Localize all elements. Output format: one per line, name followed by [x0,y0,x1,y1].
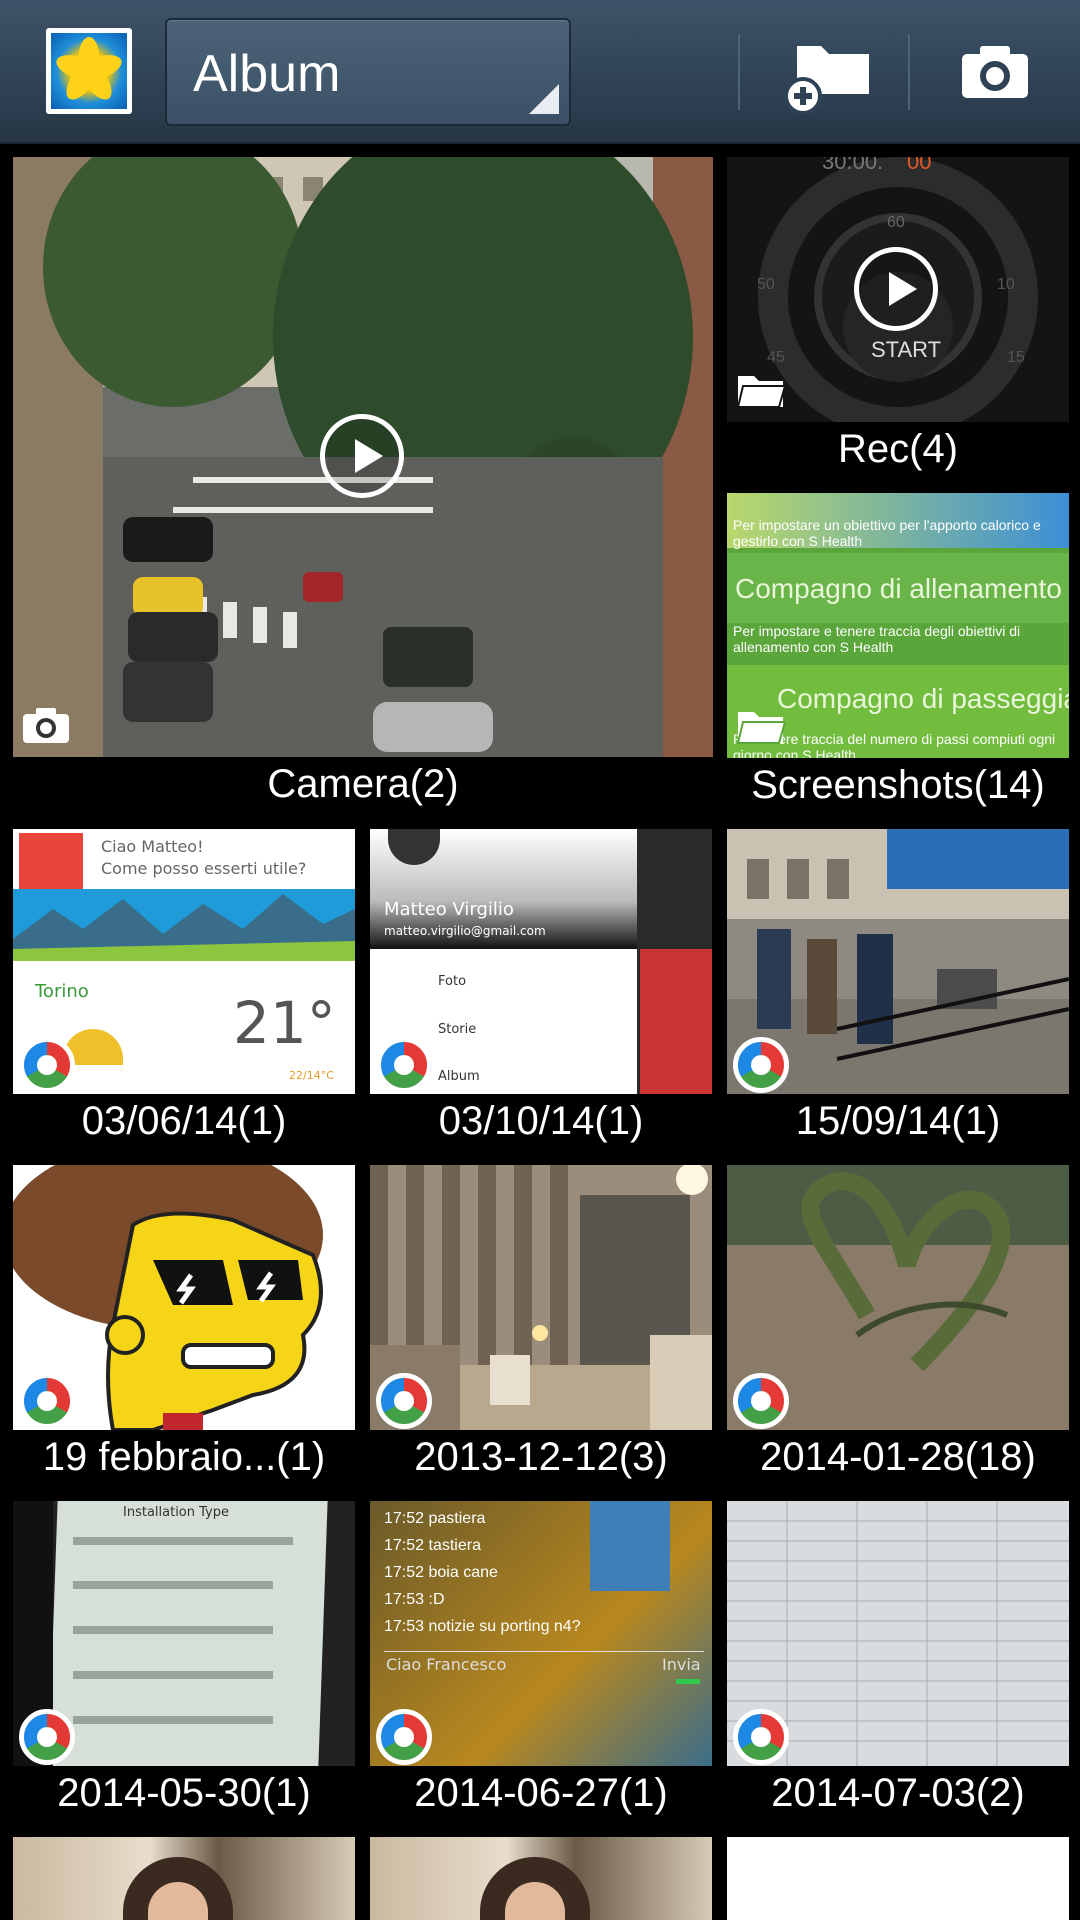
chat-line: 17:52 boia cane [384,1564,498,1581]
picasa-icon [376,1373,432,1429]
album-tile[interactable]: Matteo Virgilio matteo.virgilio@gmail.co… [370,829,712,1154]
picasa-icon [733,1037,789,1093]
album-caption: 2014-05-30(1) [57,1771,311,1815]
gallery-app-icon[interactable] [46,28,132,114]
screenshot-text: Per impostare e tenere traccia degli obi… [733,623,1021,655]
svg-text:00: 00 [907,157,931,174]
album-caption: 2014-07-03(2) [771,1771,1025,1815]
new-album-button[interactable] [770,20,900,120]
picasa-icon [733,1709,789,1765]
menu-item: Foto [438,974,467,989]
picasa-icon [19,1373,75,1429]
chat-line: 17:53 :D [384,1591,445,1608]
album-tile[interactable] [727,1837,1069,1920]
chat-line: 17:52 pastiera [384,1510,486,1527]
album-tile[interactable] [370,1837,712,1920]
album-view-label: Album [193,45,341,103]
album-tile[interactable]: 15/09/14(1) [727,829,1069,1154]
camera-icon [23,708,69,743]
svg-text:10: 10 [997,276,1015,293]
album-caption: 03/06/14(1) [81,1099,287,1143]
picasa-icon [376,1037,432,1093]
album-tile[interactable]: 2013-12-12(3) [370,1165,712,1490]
album-thumbnail [727,1837,1069,1920]
profile-email: matteo.virgilio@gmail.com [384,924,546,938]
weather-temp: 21° [233,989,336,1057]
album-caption: 2014-01-28(18) [760,1435,1036,1479]
folder-icon [736,376,787,408]
album-caption: Rec(4) [837,427,959,471]
album-caption: 2014-06-27(1) [414,1771,668,1815]
album-caption: 03/10/14(1) [438,1099,644,1143]
action-bar: Album [0,0,1080,144]
play-video-icon [320,414,404,498]
weather-city: Torino [35,981,89,1002]
album-caption: 19 febbraio...(1) [42,1435,326,1479]
album-tile[interactable]: 19 febbraio...(1) [13,1165,355,1490]
album-tile[interactable]: Ciao Matteo! Come posso esserti utile? T… [13,829,355,1154]
camera-icon [962,46,1028,98]
svg-text:45: 45 [767,349,785,366]
picasa-icon [376,1709,432,1765]
camera-button[interactable] [940,20,1050,120]
chat-input-text: Ciao Francesco [386,1655,507,1674]
svg-text:60: 60 [887,214,905,231]
picasa-icon [19,1037,75,1093]
picasa-icon [733,1373,789,1429]
screenshot-text: Compagno di passeggiata [777,683,1069,714]
album-thumbnail [370,1837,712,1920]
menu-item: Storie [438,1022,477,1037]
card-text: Come posso esserti utile? [101,859,307,878]
profile-name: Matteo Virgilio [384,899,514,920]
stopwatch-start-label: START [871,337,942,362]
album-caption: 2013-12-12(3) [414,1435,668,1479]
album-tile[interactable] [13,1837,355,1920]
svg-text:30:00.: 30:00. [822,157,883,174]
screenshot-text: Compagno di allenamento [735,573,1062,604]
chat-line: 17:52 tastiera [384,1537,481,1554]
menu-item: Album [438,1069,480,1084]
album-tile-rec[interactable]: 50 10 60 45 15 30:00. 00 START Rec(4) [727,157,1069,482]
album-caption: Screenshots(14) [751,763,1045,807]
divider [908,34,910,110]
chat-send-label: Invia [662,1655,701,1674]
album-tile[interactable]: 2014-01-28(18) [727,1165,1069,1490]
dropdown-corner-icon [529,84,559,114]
album-thumbnail [13,1837,355,1920]
chat-line: 17:53 notizie su porting n4? [384,1618,581,1635]
picasa-icon [19,1709,75,1765]
play-video-icon [854,247,938,331]
divider [738,34,740,110]
album-caption: Camera(2) [267,762,459,806]
album-tile[interactable]: 2014-07-03(2) [727,1501,1069,1826]
folder-icon [736,712,787,744]
album-caption: 15/09/14(1) [795,1099,1001,1143]
weather-range: 22/14°C [289,1069,334,1082]
card-text: Ciao Matteo! [101,837,204,856]
album-tile-screenshots[interactable]: Per impostare un obiettivo per l'apporto… [727,493,1069,818]
album-view-dropdown[interactable]: Album [165,18,571,126]
svg-text:50: 50 [757,276,775,293]
album-tile-camera[interactable]: Camera(2) [13,157,713,817]
album-tile[interactable]: 17:52 pastiera 17:52 tastiera 17:52 boia… [370,1501,712,1826]
svg-text:15: 15 [1007,349,1025,366]
album-tile[interactable]: Installation Type 2014-05-30(1) [13,1501,355,1826]
installer-title: Installation Type [123,1505,229,1520]
screenshot-text: Per impostare un obiettivo per l'apporto… [733,517,1041,549]
folder-plus-icon [784,46,869,115]
